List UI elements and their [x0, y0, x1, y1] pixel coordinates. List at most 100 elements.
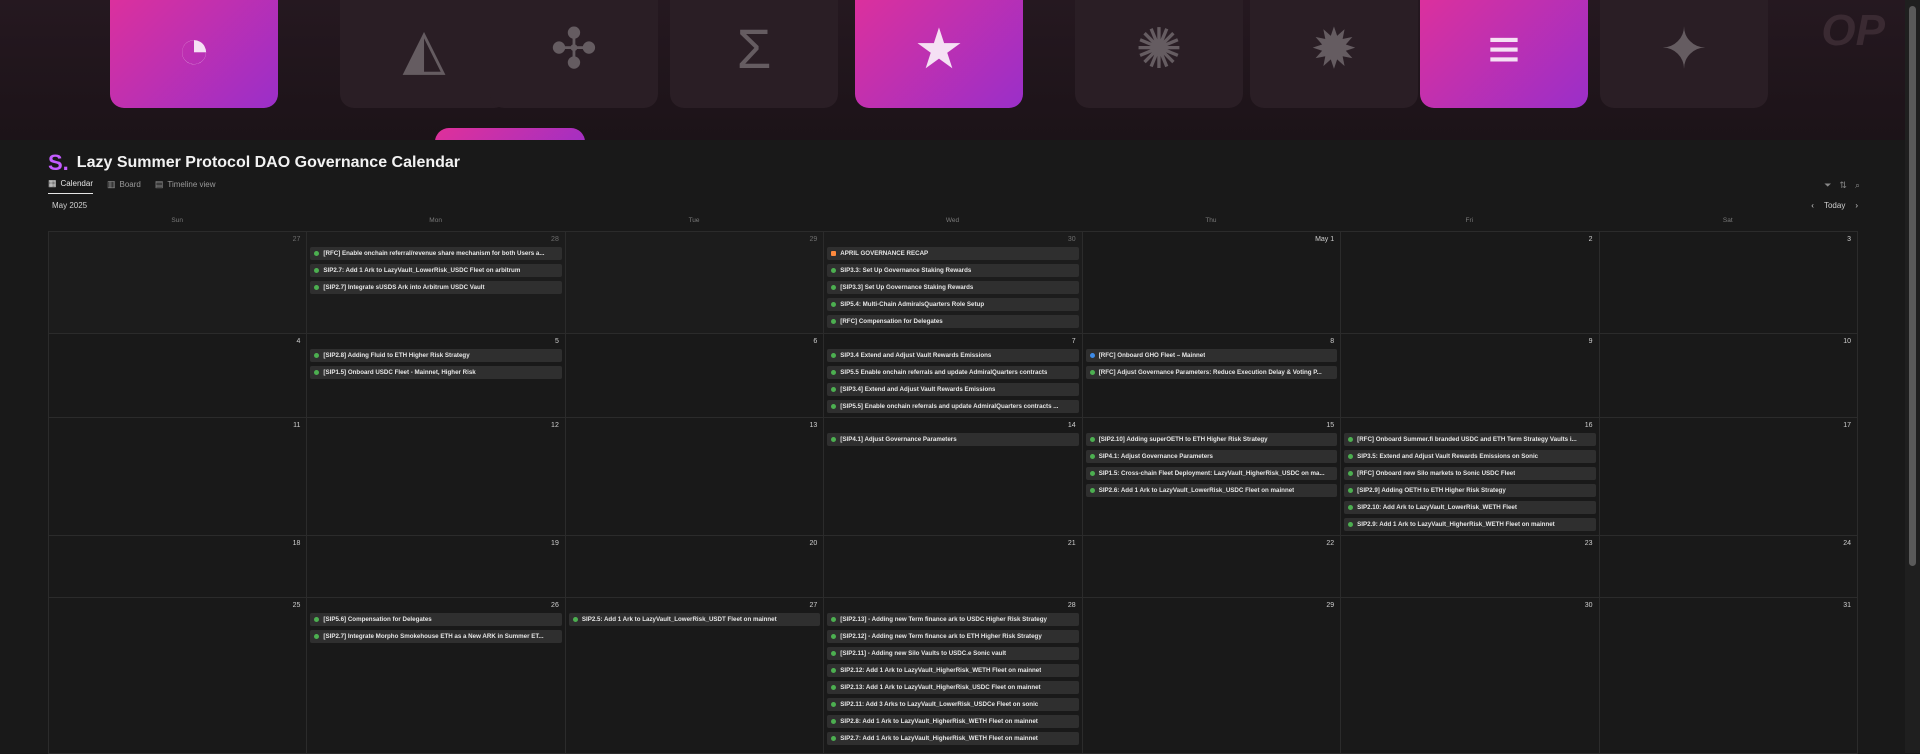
event-card[interactable]: [SIP2.9] Adding OETH to ETH Higher Risk …: [1344, 484, 1596, 497]
event-card[interactable]: [RFC] Compensation for Delegates: [827, 315, 1079, 328]
day-cell[interactable]: 23: [1341, 536, 1600, 598]
day-cell[interactable]: 16 [RFC] Onboard Summer.fi branded USDC a…: [1341, 418, 1600, 536]
event-card[interactable]: SIP2.7: Add 1 Ark to LazyVault_LowerRisk…: [310, 264, 562, 277]
status-dot-icon: [314, 285, 320, 290]
summer-logo-icon: S.: [48, 150, 69, 175]
tab-calendar[interactable]: ▦ Calendar: [48, 178, 93, 194]
event-card[interactable]: [SIP2.10] Adding superOETH to ETH Higher…: [1085, 433, 1338, 446]
event-title: SIP2.11: Add 3 Arks to LazyVault_LowerRi…: [840, 701, 1039, 708]
day-cell[interactable]: 7 SIP3.4 Extend and Adjust Vault Rewards …: [824, 334, 1083, 418]
day-cell[interactable]: 12: [307, 418, 566, 536]
filter-icon[interactable]: ⏷: [1824, 180, 1831, 191]
event-title: SIP2.8: Add 1 Ark to LazyVault_HigherRis…: [840, 718, 1038, 725]
event-card[interactable]: SIP3.4 Extend and Adjust Vault Rewards E…: [827, 349, 1079, 362]
weekday-label: Wed: [945, 217, 960, 224]
event-card[interactable]: SIP2.5: Add 1 Ark to LazyVault_LowerRisk…: [568, 613, 821, 626]
day-cell[interactable]: 19: [307, 536, 566, 598]
day-cell[interactable]: 15 [SIP2.10] Adding superOETH to ETH High…: [1082, 418, 1342, 536]
day-cell[interactable]: May 1: [1082, 232, 1342, 334]
page-scrollbar[interactable]: [1905, 0, 1920, 753]
event-card[interactable]: [SIP2.13] - Adding new Term finance ark …: [827, 613, 1079, 626]
day-cell[interactable]: 13: [565, 418, 825, 536]
event-card[interactable]: [RFC] Enable onchain referral/revenue sh…: [310, 247, 562, 260]
status-dot-icon: [831, 736, 837, 741]
day-cell[interactable]: 11: [49, 418, 308, 536]
event-card[interactable]: [RFC] Onboard Summer.fi branded USDC and…: [1344, 433, 1596, 446]
event-card[interactable]: [RFC] Onboard new Silo markets to Sonic …: [1344, 467, 1596, 480]
event-card[interactable]: SIP5.5 Enable onchain referrals and upda…: [827, 366, 1079, 379]
event-card[interactable]: SIP2.7: Add 1 Ark to LazyVault_HigherRis…: [827, 732, 1079, 745]
event-card[interactable]: SIP2.12: Add 1 Ark to LazyVault_HigherRi…: [827, 664, 1079, 677]
event-card[interactable]: SIP3.5: Extend and Adjust Vault Rewards …: [1344, 450, 1596, 463]
day-cell[interactable]: 17: [1599, 418, 1858, 536]
event-card[interactable]: SIP2.6: Add 1 Ark to LazyVault_LowerRisk…: [1085, 484, 1338, 497]
day-cell[interactable]: 14 [SIP4.1] Adjust Governance Parameters: [824, 418, 1083, 536]
event-card[interactable]: [SIP2.11] - Adding new Silo Vaults to US…: [827, 647, 1079, 660]
event-card[interactable]: SIP2.13: Add 1 Ark to LazyVault_HigherRi…: [827, 681, 1079, 694]
day-number: 24: [1843, 540, 1851, 547]
tab-timeline-view[interactable]: ▤ Timeline view: [155, 178, 216, 194]
event-card[interactable]: SIP2.9: Add 1 Ark to LazyVault_HigherRis…: [1344, 518, 1596, 531]
event-card[interactable]: SIP5.4: Multi-Chain AdmiralsQuarters Rol…: [827, 298, 1079, 311]
day-cell[interactable]: 2: [1341, 232, 1600, 334]
day-cell[interactable]: 29: [565, 232, 825, 334]
day-cell[interactable]: 28 [RFC] Enable onchain referral/revenue …: [307, 232, 566, 334]
event-card[interactable]: [SIP4.1] Adjust Governance Parameters: [827, 433, 1079, 446]
day-cell[interactable]: 18: [49, 536, 308, 598]
event-card[interactable]: [SIP2.7] Integrate sUSDS Ark into Arbitr…: [310, 281, 562, 294]
day-cell[interactable]: 28 [SIP2.13] - Adding new Term finance ar…: [824, 598, 1083, 754]
event-card[interactable]: SIP2.10: Add Ark to LazyVault_LowerRisk_…: [1344, 501, 1596, 514]
event-card[interactable]: SIP2.8: Add 1 Ark to LazyVault_HigherRis…: [827, 715, 1079, 728]
banner-tile: ✹: [1250, 0, 1418, 108]
event-card[interactable]: SIP2.11: Add 3 Arks to LazyVault_LowerRi…: [827, 698, 1079, 711]
scrollbar-thumb[interactable]: [1909, 6, 1916, 566]
day-cell[interactable]: 29: [1082, 598, 1342, 754]
search-icon[interactable]: ⌕: [1855, 180, 1860, 191]
tab-board[interactable]: ▥ Board: [107, 178, 141, 194]
event-card[interactable]: [SIP3.3] Set Up Governance Staking Rewar…: [827, 281, 1079, 294]
event-card[interactable]: APRIL GOVERNANCE RECAP: [827, 247, 1079, 260]
day-cell[interactable]: 3: [1599, 232, 1858, 334]
event-card[interactable]: [SIP2.8] Adding Fluid to ETH Higher Risk…: [310, 349, 562, 362]
status-dot-icon: [1089, 353, 1095, 358]
day-cell[interactable]: 24: [1599, 536, 1858, 598]
event-card[interactable]: SIP3.3: Set Up Governance Staking Reward…: [827, 264, 1079, 277]
day-cell[interactable]: 8 [RFC] Onboard GHO Fleet – Mainnet [RFC] …: [1082, 334, 1342, 418]
day-cell[interactable]: 27: [49, 232, 308, 334]
day-cell[interactable]: 30: [1341, 598, 1600, 754]
day-cell[interactable]: 31: [1599, 598, 1858, 754]
day-cell[interactable]: 26 [SIP5.6] Compensation for Delegates [SI…: [307, 598, 566, 754]
day-cell[interactable]: 22: [1082, 536, 1342, 598]
day-cell[interactable]: 27 SIP2.5: Add 1 Ark to LazyVault_LowerRi…: [565, 598, 825, 754]
event-card[interactable]: [SIP2.12] - Adding new Term finance ark …: [827, 630, 1079, 643]
day-cell[interactable]: 30 APRIL GOVERNANCE RECAP SIP3.3: Set Up G…: [824, 232, 1083, 334]
status-dot-icon: [831, 404, 837, 409]
weekday-label: Thu: [1205, 217, 1217, 224]
chevron-left-icon[interactable]: ‹: [1811, 201, 1814, 210]
event-card[interactable]: [SIP5.6] Compensation for Delegates: [310, 613, 562, 626]
day-cell[interactable]: 25: [49, 598, 308, 754]
day-cell[interactable]: 5 [SIP2.8] Adding Fluid to ETH Higher Ris…: [307, 334, 566, 418]
event-card[interactable]: [SIP1.5] Onboard USDC Fleet - Mainnet, H…: [310, 366, 562, 379]
event-card[interactable]: [SIP5.5] Enable onchain referrals and up…: [827, 400, 1079, 413]
event-card[interactable]: [SIP3.4] Extend and Adjust Vault Rewards…: [827, 383, 1079, 396]
day-cell[interactable]: 10: [1599, 334, 1858, 418]
today-button[interactable]: Today: [1824, 201, 1845, 210]
event-card[interactable]: [RFC] Onboard GHO Fleet – Mainnet: [1085, 349, 1338, 362]
event-title: [RFC] Compensation for Delegates: [840, 318, 943, 325]
day-cell[interactable]: 20: [565, 536, 825, 598]
day-cell[interactable]: 9: [1341, 334, 1600, 418]
chevron-right-icon[interactable]: ›: [1855, 201, 1858, 210]
day-cell[interactable]: 21: [824, 536, 1083, 598]
day-cell[interactable]: 4: [49, 334, 308, 418]
day-number: 4: [296, 338, 301, 345]
event-title: [RFC] Adjust Governance Parameters: Redu…: [1098, 369, 1322, 376]
event-card[interactable]: SIP4.1: Adjust Governance Parameters: [1085, 450, 1338, 463]
sort-icon[interactable]: ⇅: [1839, 180, 1847, 191]
event-card[interactable]: [SIP2.7] Integrate Morpho Smokehouse ETH…: [310, 630, 562, 643]
event-title: [SIP3.4] Extend and Adjust Vault Rewards…: [840, 386, 996, 393]
event-card[interactable]: SIP1.5: Cross-chain Fleet Deployment: La…: [1085, 467, 1338, 480]
day-number: 20: [809, 540, 818, 547]
event-card[interactable]: [RFC] Adjust Governance Parameters: Redu…: [1085, 366, 1338, 379]
day-cell[interactable]: 6: [565, 334, 825, 418]
